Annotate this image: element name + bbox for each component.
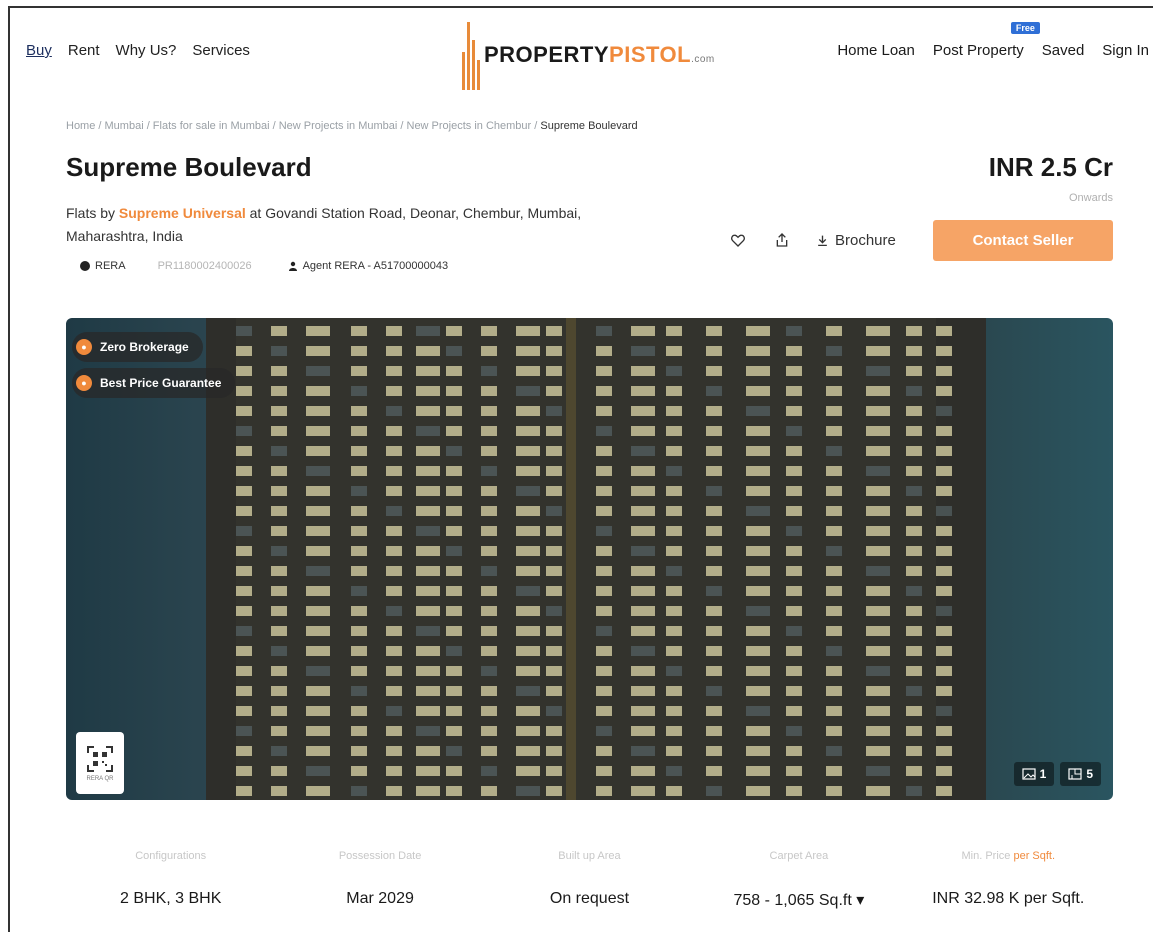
zero-brokerage-text: Zero Brokerage [100, 340, 189, 354]
agent-rera: Agent RERA - A51700000043 [288, 260, 449, 272]
spec-carpet-area: Carpet Area 758 - 1,065 Sq.ft ▾ [694, 850, 903, 910]
media-counts: 1 5 [1013, 762, 1101, 786]
nav-home-loan[interactable]: Home Loan [837, 42, 915, 59]
spec-built-up-area: Built up Area On request [485, 850, 694, 910]
contact-seller-button[interactable]: Contact Seller [933, 220, 1113, 261]
nav-post-property[interactable]: Free Post Property [932, 22, 1040, 59]
heart-icon[interactable] [728, 230, 748, 250]
best-price-text: Best Price Guarantee [100, 376, 222, 390]
brochure-label: Brochure [835, 231, 896, 249]
spec-value: 2 BHK, 3 BHK [120, 890, 222, 907]
agent-rera-text: Agent RERA - A51700000043 [302, 260, 449, 272]
brochure-button[interactable]: Brochure [816, 232, 896, 249]
best-price-badge: ● Best Price Guarantee [72, 368, 236, 398]
spec-value: On request [549, 890, 630, 907]
zero-brokerage-badge: ● Zero Brokerage [72, 332, 203, 362]
spec-label-prefix: Min. Price [961, 850, 1014, 862]
nav-services[interactable]: Services [192, 42, 250, 59]
nav-why-us[interactable]: Why Us? [116, 42, 177, 59]
subtitle-prefix: Flats by [66, 205, 119, 221]
floorplan-count: 5 [1086, 767, 1093, 781]
price-note: Onwards [1068, 192, 1113, 204]
site-logo[interactable]: PROPERTYPISTOL.com [462, 22, 732, 92]
rera-row: RERA PR1180002400026 Agent RERA - A51700… [80, 260, 448, 272]
carpet-area-dropdown[interactable]: 758 - 1,065 Sq.ft ▾ [694, 890, 903, 910]
page-title: Supreme Boulevard [66, 152, 312, 182]
primary-nav: Buy Rent Why Us? Services [26, 42, 250, 59]
rera-number: PR1180002400026 [157, 260, 252, 272]
developer-link[interactable]: Supreme Universal [119, 205, 246, 221]
logo-text-property: PROPERTY [484, 42, 610, 67]
floorplan-icon [1068, 768, 1082, 780]
user-icon [288, 261, 297, 271]
spec-min-price: Min. Price per Sqft. INR 32.98 K per Sqf… [904, 850, 1113, 910]
spec-label: Carpet Area [769, 850, 829, 862]
spec-label-highlight: per Sqft. [1013, 850, 1056, 862]
qr-code-icon [87, 745, 113, 772]
verified-icon [80, 261, 90, 271]
nav-saved[interactable]: Saved [1042, 42, 1085, 59]
spec-label: Possession Date [338, 850, 422, 862]
project-subtitle: Flats by Supreme Universal at Govandi St… [66, 202, 666, 248]
photos-count: 1 [1039, 767, 1047, 781]
badge-icon: ● [76, 339, 92, 355]
breadcrumb: Home / Mumbai / Flats for sale in Mumbai… [66, 120, 638, 132]
logo-skyline-icon [462, 22, 486, 90]
share-icon[interactable] [772, 230, 792, 250]
breadcrumb-current: Supreme Boulevard [540, 120, 638, 132]
qr-label: RERA QR [86, 775, 114, 782]
secondary-nav: Home Loan Free Post Property Saved Sign … [837, 22, 1149, 59]
post-property-label: Post Property [932, 42, 1024, 59]
site-header: Buy Rent Why Us? Services PROPERTYPISTOL… [0, 0, 1159, 100]
nav-buy[interactable]: Buy [26, 42, 52, 59]
logo-text-pistol: PISTOL [609, 42, 692, 67]
spec-value: INR 32.98 K per Sqft. [932, 890, 1085, 907]
badge-icon: ● [76, 375, 92, 391]
logo-text-suffix: .com [691, 54, 715, 65]
download-icon [818, 235, 827, 246]
project-specs: Configurations 2 BHK, 3 BHK Possession D… [66, 850, 1113, 910]
spec-configurations: Configurations 2 BHK, 3 BHK [66, 850, 275, 910]
image-icon [1022, 768, 1036, 780]
breadcrumb-path[interactable]: Home / Mumbai / Flats for sale in Mumbai… [66, 120, 540, 132]
rera-label: RERA [95, 260, 126, 272]
spec-value: Mar 2029 [346, 890, 414, 907]
rera-qr-button[interactable]: RERA QR [76, 732, 124, 794]
spec-label: Built up Area [558, 850, 621, 862]
spec-label: Min. Price per Sqft. [904, 850, 1113, 868]
floorplan-count-button[interactable]: 5 [1060, 762, 1101, 786]
spec-label: Configurations [135, 850, 207, 862]
project-hero-image[interactable]: ● Zero Brokerage ● Best Price Guarantee … [66, 318, 1113, 800]
nav-sign-in[interactable]: Sign In [1102, 42, 1149, 59]
project-price: INR 2.5 Cr [988, 152, 1113, 182]
project-actions: Brochure [728, 230, 896, 250]
free-badge: Free [1010, 22, 1040, 34]
spec-possession-date: Possession Date Mar 2029 [275, 850, 484, 910]
nav-rent[interactable]: Rent [68, 42, 100, 59]
photos-count-button[interactable]: 1 [1013, 762, 1055, 786]
